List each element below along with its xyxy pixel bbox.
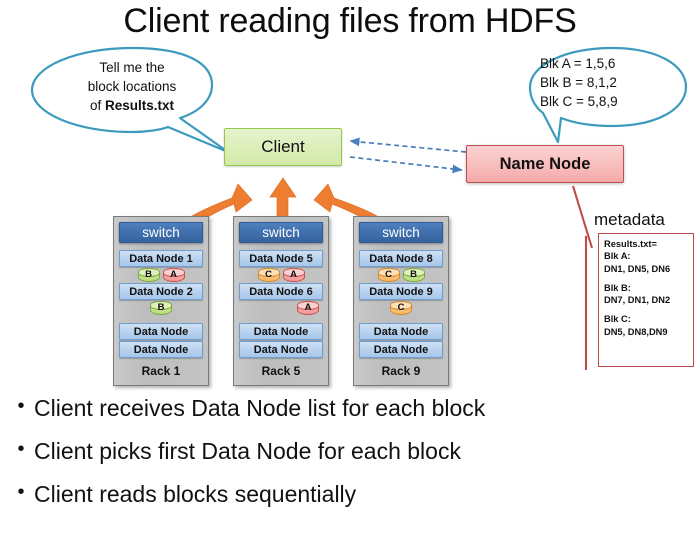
slide-canvas: Client reading files from HDFS Tell me t… (0, 0, 700, 541)
rack-9-datanode-3[interactable]: Data Node (359, 323, 443, 340)
block-cylinder-b: B (402, 268, 425, 282)
list-item: • Client picks first Data Node for each … (8, 437, 698, 466)
client-request-line-1: Tell me the (99, 60, 165, 75)
rack-5-datanode-6-label: Data Node 6 (249, 285, 313, 298)
metadata-blk-c-label: Blk C: (604, 314, 631, 325)
rack-1-datanode-4-label: Data Node (133, 343, 189, 356)
rack-5-datanode-4[interactable]: Data Node (239, 341, 323, 358)
metadata-panel: Results.txt= Blk A: DN1, DN5, DN6 Blk B:… (598, 233, 694, 367)
rack-9-label: Rack 9 (381, 364, 421, 378)
client-request-bubble-text: Tell me the block locations of Results.t… (46, 58, 218, 115)
rack-9-datanode-4[interactable]: Data Node (359, 341, 443, 358)
rack-9-datanode-9-blocks: C (359, 301, 443, 316)
rack-5-datanode-5-label: Data Node 5 (249, 252, 313, 265)
block-cylinder-a: A (162, 268, 185, 282)
rack-1-datanode-1[interactable]: Data Node 1 (119, 250, 203, 267)
client-request-line-2: block locations (87, 79, 177, 95)
metadata-file-line: Results.txt= (604, 239, 657, 249)
namenode-reply-line-1: Blk A = 1,5,6 (540, 56, 616, 71)
rack-5-datanode-5[interactable]: Data Node 5 (239, 250, 323, 267)
namenode-reply-line-3: Blk C = 5,8,9 (540, 94, 618, 110)
rack-1-datanode-2-label: Data Node 2 (129, 285, 193, 298)
metadata-blk-c-nodes: DN5, DN8,DN9 (604, 326, 668, 337)
block-cylinder-b: B (150, 301, 172, 315)
summary-bullet-list: • Client receives Data Node list for eac… (8, 394, 698, 522)
block-cylinder-c: C (390, 301, 412, 315)
namenode-metadata-connector (571, 185, 594, 370)
rack-1-datanode-1-blocks: B A (119, 268, 203, 283)
rack-9-datanode-4-label: Data Node (373, 343, 429, 356)
rack-9-datanode-8[interactable]: Data Node 8 (359, 250, 443, 267)
control-flow-arrows (349, 137, 467, 174)
metadata-spacer (604, 306, 688, 313)
metadata-blk-a-nodes: DN1, DN5, DN6 (604, 263, 671, 274)
rack-1-label: Rack 1 (141, 364, 181, 378)
rack-9-datanode-3-label: Data Node (373, 325, 429, 338)
rack-5[interactable]: switch Data Node 5 C A Data Node 6 A Dat… (233, 216, 329, 386)
block-cylinder-a: A (297, 301, 319, 315)
bullet-text: Client reads blocks sequentially (34, 480, 357, 507)
rack-5-datanode-6[interactable]: Data Node 6 (239, 283, 323, 300)
rack-9[interactable]: switch Data Node 8 C B Data Node 9 C Dat… (353, 216, 449, 386)
rack-1-datanode-2[interactable]: Data Node 2 (119, 283, 203, 300)
block-cylinder-b: B (137, 268, 160, 282)
bullet-marker-icon: • (17, 480, 25, 503)
rack-5-datanode-3-label: Data Node (253, 325, 309, 338)
block-cylinder-c: C (377, 268, 400, 282)
rack-1-switch-label: switch (142, 225, 180, 240)
rack-1-switch[interactable]: switch (119, 222, 203, 243)
bullet-text: Client receives Data Node list for each … (34, 395, 486, 421)
rack-1-datanode-4[interactable]: Data Node (119, 341, 203, 358)
rack-1-datanode-3-label: Data Node (133, 325, 189, 338)
metadata-blk-a-label: Blk A: (604, 251, 631, 262)
rack-1-datanode-2-blocks: B (119, 301, 203, 316)
rack-9-switch-label: switch (382, 225, 420, 240)
bullet-marker-icon: • (17, 437, 25, 460)
rack-5-label: Rack 5 (261, 364, 301, 378)
name-node-box[interactable]: Name Node (466, 145, 624, 183)
metadata-title: metadata (594, 210, 665, 229)
name-node-label: Name Node (499, 154, 591, 173)
page-title: Client reading files from HDFS (123, 2, 577, 40)
block-cylinder-a: A (282, 268, 305, 282)
rack-9-datanode-9-label: Data Node 9 (369, 285, 433, 298)
rack-5-switch-label: switch (262, 225, 300, 240)
rack-1-datanode-1-label: Data Node 1 (129, 252, 193, 265)
list-item: • Client receives Data Node list for eac… (8, 394, 698, 423)
metadata-blk-b-nodes: DN7, DN1, DN2 (604, 295, 671, 306)
block-cylinder-c: C (257, 268, 280, 282)
bullet-text: Client picks first Data Node for each bl… (34, 437, 461, 464)
rack-5-datanode-3[interactable]: Data Node (239, 323, 323, 340)
rack-9-datanode-8-label: Data Node 8 (369, 252, 433, 265)
list-item: • Client reads blocks sequentially (8, 480, 698, 509)
rack-5-datanode-4-label: Data Node (253, 343, 309, 356)
client-request-line-3: of Results.txt (89, 98, 175, 114)
client-node-box[interactable]: Client (224, 128, 342, 166)
metadata-spacer (604, 275, 688, 282)
bullet-marker-icon: • (17, 395, 25, 417)
rack-9-datanode-8-blocks: C B (359, 268, 443, 283)
rack-9-switch[interactable]: switch (359, 222, 443, 243)
namenode-reply-bubble-text: Blk A = 1,5,6 Blk B = 8,1,2 Blk C = 5,8,… (540, 54, 680, 111)
metadata-blk-b-label: Blk B: (604, 282, 631, 293)
rack-5-datanode-6-blocks: A (239, 301, 323, 316)
rack-1[interactable]: switch Data Node 1 B A Data Node 2 B Dat… (113, 216, 209, 386)
namenode-reply-line-2: Blk B = 8,1,2 (540, 75, 617, 91)
rack-5-switch[interactable]: switch (239, 222, 323, 243)
rack-5-datanode-5-blocks: C A (239, 268, 323, 283)
rack-1-datanode-3[interactable]: Data Node (119, 323, 203, 340)
rack-9-datanode-9[interactable]: Data Node 9 (359, 283, 443, 300)
client-node-label: Client (261, 137, 305, 156)
